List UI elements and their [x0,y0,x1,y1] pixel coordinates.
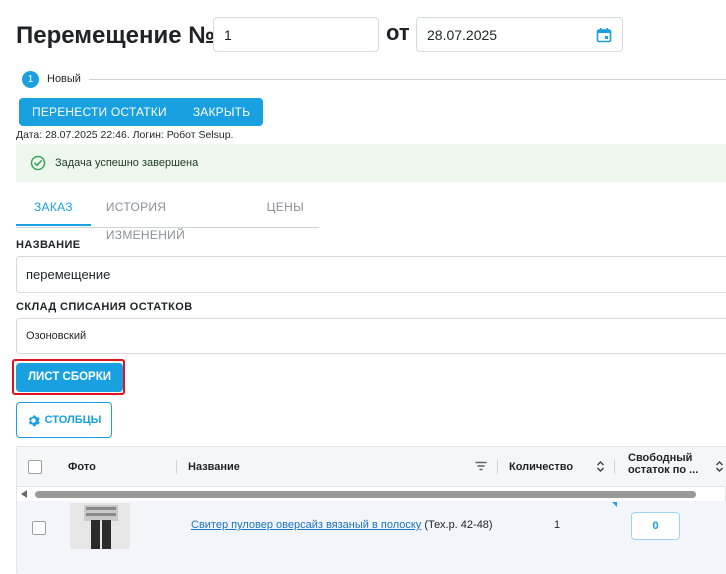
gear-icon [28,414,40,426]
column-divider [497,460,498,474]
column-header-photo: Фото [68,461,96,473]
success-alert: Задача успешно завершена [16,144,726,182]
tab-prices[interactable]: ЦЕНЫ [252,193,319,226]
sort-icon[interactable] [715,460,724,473]
warehouse-label: СКЛАД СПИСАНИЯ ОСТАТКОВ [16,301,193,313]
column-divider [176,460,177,474]
table-row: Свитер пуловер оверсайз вязаный в полоск… [17,501,726,574]
document-meta: Дата: 28.07.2025 22:46. Логин: Робот Sel… [16,129,234,141]
status-stepper: 1 Новый [22,70,726,88]
columns-button-label: СТОЛБЦЫ [44,414,102,426]
page-header: Перемещение № [16,14,215,58]
quantity-cell: 1 [554,519,561,531]
horizontal-scrollbar[interactable] [17,487,726,501]
free-stock-value[interactable]: 0 [631,512,680,540]
check-circle-icon [30,155,46,171]
sort-icon[interactable] [596,460,605,473]
product-photo[interactable] [70,503,130,549]
columns-button[interactable]: СТОЛБЦЫ [16,402,112,438]
free-stock-line2: остаток по ... [628,464,699,476]
product-link[interactable]: Свитер пуловер оверсайз вязаный в полоск… [191,519,421,531]
tab-order[interactable]: ЗАКАЗ [16,193,91,226]
column-header-name[interactable]: Название [188,461,240,473]
transfer-stock-button[interactable]: ПЕРЕНЕСТИ ОСТАТКИ [19,98,180,126]
page-title: Перемещение № [16,22,216,49]
close-button[interactable]: ЗАКРЫТЬ [180,98,263,126]
document-number-input[interactable]: 1 [213,17,379,52]
tab-bar: ЗАКАЗ ИСТОРИЯ ИЗМЕНЕНИЙ ЦЕНЫ [16,193,319,242]
column-header-free-stock[interactable]: Свободный остаток по ... [628,452,698,476]
warehouse-select[interactable]: Озоновский [16,318,726,354]
corner-marker-icon [612,502,617,507]
name-input[interactable]: перемещение [16,256,726,293]
column-divider [614,460,615,474]
row-checkbox[interactable] [32,521,46,535]
filter-icon[interactable] [475,460,487,472]
action-button-group: ПЕРЕНЕСТИ ОСТАТКИ ЗАКРЫТЬ [19,98,264,126]
table-header: Фото Название Количество Свободный остат… [17,447,726,487]
stepper-line [88,78,726,80]
free-stock-line1: Свободный [628,452,693,464]
date-value: 28.07.2025 [427,27,498,43]
alert-message: Задача успешно завершена [55,157,199,169]
calendar-icon[interactable] [596,27,612,43]
select-all-checkbox[interactable] [28,460,42,474]
product-name-cell: Свитер пуловер оверсайз вязаный в полоск… [191,519,493,531]
scrollbar-thumb[interactable] [35,491,696,498]
column-header-quantity[interactable]: Количество [509,461,573,473]
scroll-left-icon[interactable] [21,490,28,498]
highlight-box [12,359,125,395]
step-label: Новый [47,73,81,85]
date-from-label: от [386,20,410,45]
step-number-badge: 1 [22,70,39,88]
name-label: НАЗВАНИЕ [16,239,81,251]
items-table: Фото Название Количество Свободный остат… [16,446,726,574]
tab-history[interactable]: ИСТОРИЯ ИЗМЕНЕНИЙ [91,193,252,242]
product-size: (Тех.р. 42-48) [421,519,493,531]
document-date-input[interactable]: 28.07.2025 [416,17,623,52]
